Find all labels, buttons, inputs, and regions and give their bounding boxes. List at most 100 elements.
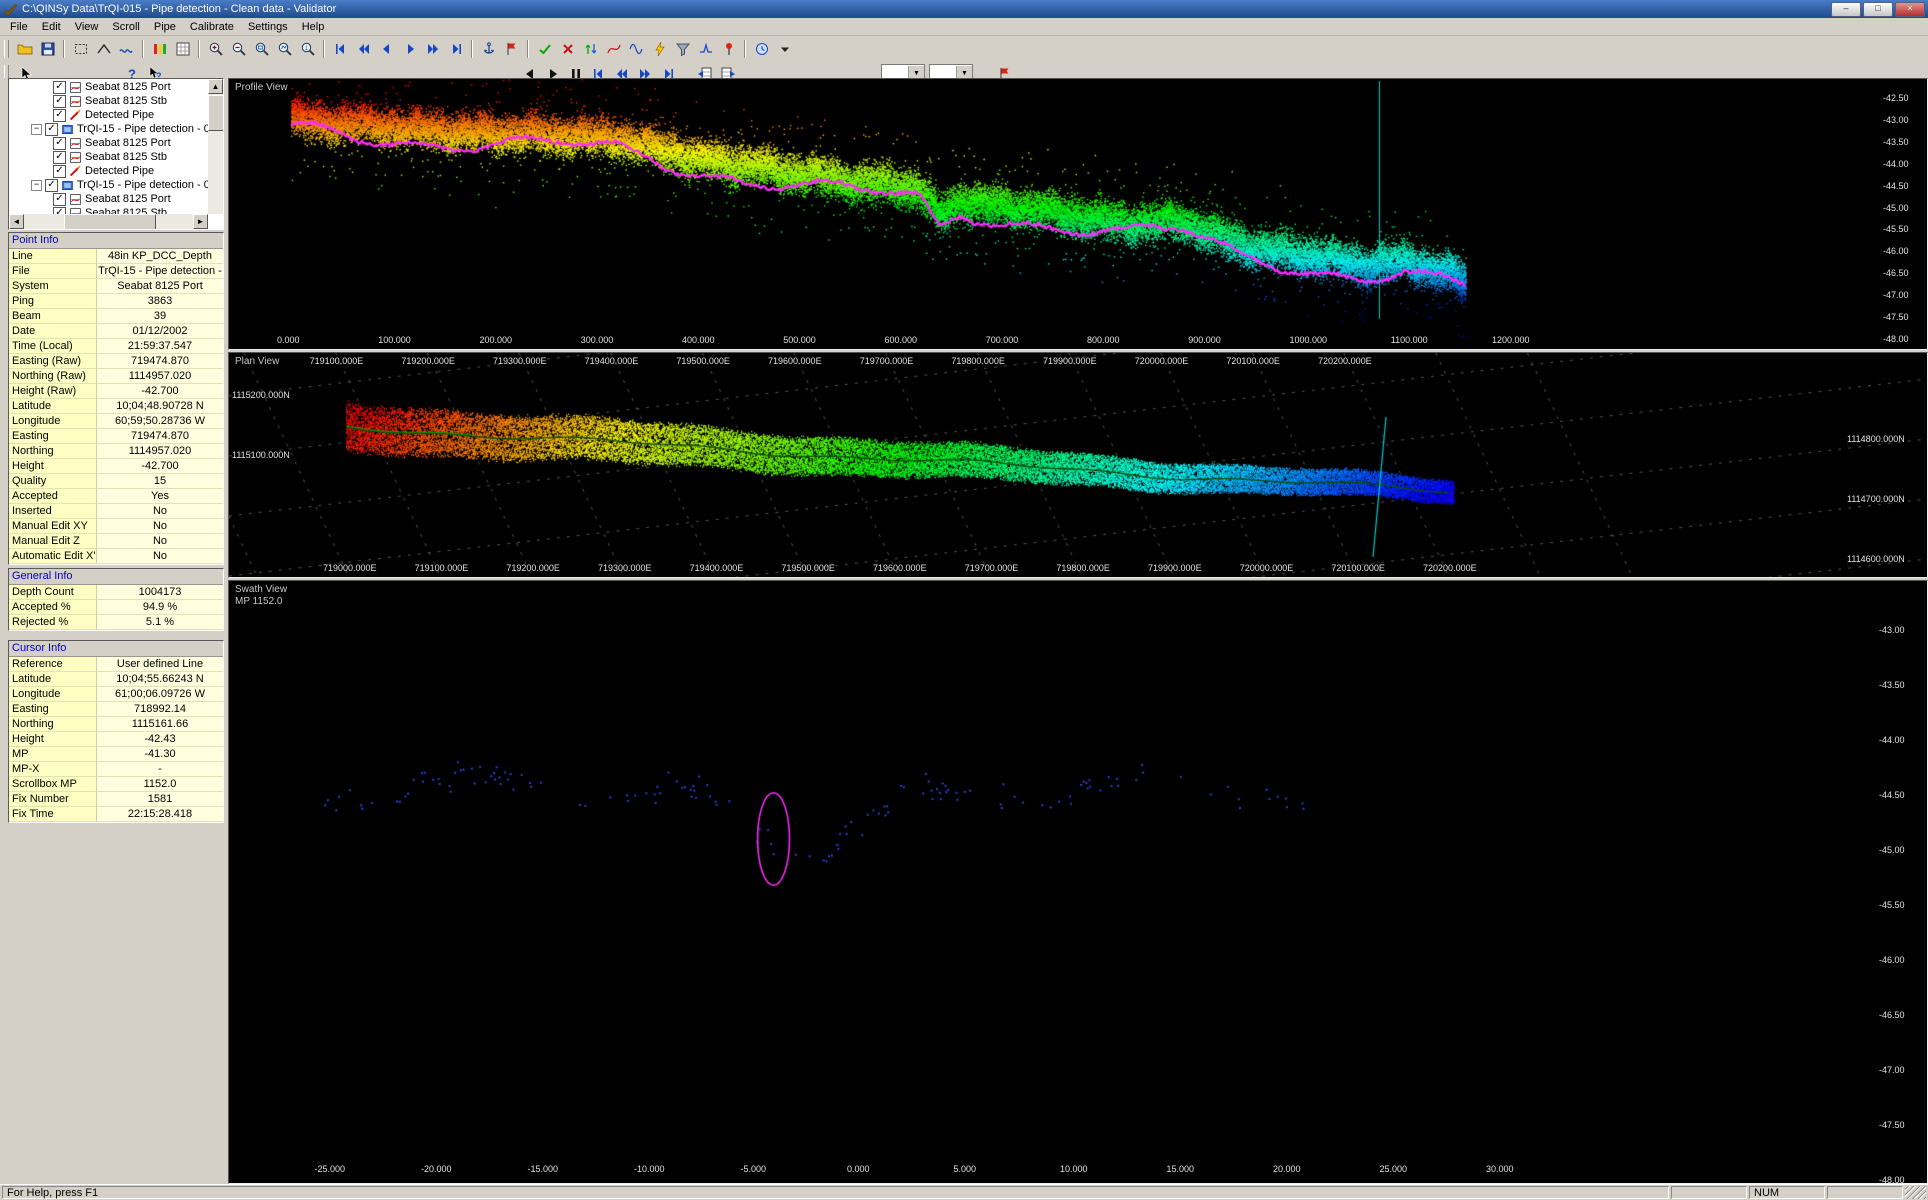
reject-points-button[interactable] <box>556 38 579 60</box>
tree-item[interactable]: ✓Detected Pipe <box>9 108 208 122</box>
select-rectangle-button[interactable] <box>69 38 92 60</box>
swath-marker-button[interactable] <box>115 38 138 60</box>
zoom-extents-button[interactable] <box>273 38 296 60</box>
axis-tick-label: -46.50 <box>1879 1010 1905 1020</box>
close-button[interactable]: × <box>1895 2 1925 17</box>
info-label: Date <box>9 324 97 339</box>
checkbox[interactable]: ✓ <box>53 207 66 215</box>
info-row: Height (Raw)-42.700 <box>9 384 223 399</box>
anchor-point-button[interactable] <box>477 38 500 60</box>
despike-button[interactable] <box>694 38 717 60</box>
tree-item[interactable]: ✓Seabat 8125 Port <box>9 136 208 150</box>
menu-edit[interactable]: Edit <box>35 20 68 34</box>
info-label: MP <box>9 747 97 762</box>
tree-item[interactable]: ✓Seabat 8125 Port <box>9 80 208 94</box>
tree-vertical-scrollbar[interactable]: ▲ ▼ <box>208 79 223 214</box>
minimize-button[interactable]: – <box>1831 2 1861 17</box>
checkbox[interactable]: ✓ <box>45 179 58 192</box>
tree-item[interactable]: −✓TrQI-15 - Pipe detection - 0002.d <box>9 122 208 136</box>
accept-points-button[interactable] <box>533 38 556 60</box>
tree-item[interactable]: ✓ Seabat 8125 Stb <box>9 206 208 214</box>
sine-filter-button[interactable] <box>625 38 648 60</box>
scroll-right-button[interactable]: ► <box>193 214 208 229</box>
tree-item[interactable]: ✓Detected Pipe <box>9 164 208 178</box>
profile-marker-button[interactable] <box>92 38 115 60</box>
save-button[interactable] <box>36 38 59 60</box>
info-value: 1581 <box>97 792 223 807</box>
menu-view[interactable]: View <box>68 20 106 34</box>
step-forward-button[interactable] <box>398 38 421 60</box>
spline-filter-button[interactable] <box>602 38 625 60</box>
event-flag-button[interactable] <box>500 38 523 60</box>
menu-settings[interactable]: Settings <box>241 20 295 34</box>
menu-scroll[interactable]: Scroll <box>105 20 147 34</box>
scroll-up-button[interactable]: ▲ <box>208 79 223 94</box>
swap-icon <box>583 41 599 57</box>
fast-forward-button[interactable] <box>421 38 444 60</box>
tree-item-label: Seabat 8125 Stb <box>85 207 167 214</box>
checkbox[interactable]: ✓ <box>53 165 66 178</box>
plan-view[interactable]: Plan View 719000.000E719100.000E719200.0… <box>228 352 1928 578</box>
auto-clean-button[interactable] <box>648 38 671 60</box>
collapse-icon[interactable]: − <box>31 124 42 135</box>
scrollbar-thumb[interactable] <box>64 214 156 230</box>
pin-marker-button[interactable] <box>717 38 740 60</box>
plan-view-label: Plan View <box>235 356 279 367</box>
zoom-in-button[interactable] <box>204 38 227 60</box>
axis-tick-label: 20.000 <box>1273 1164 1301 1174</box>
tree-item[interactable]: ✓Seabat 8125 Port <box>9 192 208 206</box>
checkbox[interactable]: ✓ <box>53 193 66 206</box>
checkbox[interactable]: ✓ <box>53 151 66 164</box>
swath-canvas[interactable] <box>229 581 1927 1183</box>
checkbox[interactable]: ✓ <box>53 137 66 150</box>
plan-canvas[interactable] <box>229 353 1927 577</box>
zoom-window-button[interactable] <box>250 38 273 60</box>
go-first-button[interactable] <box>329 38 352 60</box>
checkbox[interactable]: ✓ <box>45 123 58 136</box>
axis-tick-label: 719200.000E <box>506 563 560 573</box>
tree-horizontal-scrollbar[interactable]: ◄ ► <box>9 214 208 229</box>
scrollbar-thumb[interactable] <box>208 95 224 131</box>
info-value: No <box>97 519 223 534</box>
filter-settings-button[interactable] <box>671 38 694 60</box>
maximize-button[interactable]: □ <box>1863 2 1893 17</box>
checkbox[interactable]: ✓ <box>53 109 66 122</box>
collapse-icon[interactable]: − <box>31 180 42 191</box>
menu-calibrate[interactable]: Calibrate <box>183 20 241 34</box>
axis-tick-label: 1115200.000N <box>232 390 290 400</box>
fast-rewind-button[interactable] <box>352 38 375 60</box>
axis-tick-label: 1115100.000N <box>232 450 290 460</box>
project-tree[interactable]: ✓Seabat 8125 Port✓Seabat 8125 Stb✓Detect… <box>8 78 224 230</box>
more-options-button[interactable] <box>773 38 796 60</box>
zoom-out-button[interactable] <box>227 38 250 60</box>
menu-file[interactable]: File <box>3 20 35 34</box>
swath-view[interactable]: Swath View MP 1152.0 -25.000-20.000-15.0… <box>228 580 1928 1184</box>
info-row: MP-41.30 <box>9 747 223 762</box>
tree-item[interactable]: ✓Seabat 8125 Stb <box>9 150 208 164</box>
status-bar: For Help, press F1 NUM <box>0 1184 1928 1200</box>
matrix-view-button[interactable] <box>171 38 194 60</box>
menu-help[interactable]: Help <box>295 20 332 34</box>
axis-tick-label: 400.000 <box>682 335 715 345</box>
tree-item[interactable]: ✓Seabat 8125 Stb <box>9 94 208 108</box>
step-back-button[interactable] <box>375 38 398 60</box>
tree-item[interactable]: −✓TrQI-15 - Pipe detection - 0003.d <box>9 178 208 192</box>
profile-canvas[interactable] <box>229 79 1927 349</box>
toolbar-grip[interactable] <box>4 40 9 58</box>
time-window-button[interactable] <box>750 38 773 60</box>
open-button[interactable] <box>13 38 36 60</box>
zoom-previous-button[interactable]: 1 <box>296 38 319 60</box>
checkbox[interactable]: ✓ <box>53 81 66 94</box>
go-last-button[interactable] <box>444 38 467 60</box>
profile-view[interactable]: Profile View 0.000100.000200.000300.0004… <box>228 78 1928 350</box>
axis-tick-label: 1000.000 <box>1290 335 1328 345</box>
color-scale-button[interactable] <box>148 38 171 60</box>
menu-pipe[interactable]: Pipe <box>147 20 183 34</box>
swap-direction-button[interactable] <box>579 38 602 60</box>
resize-grip[interactable] <box>1905 1186 1926 1199</box>
scroll-down-button[interactable]: ▼ <box>223 199 224 214</box>
scroll-left-button[interactable]: ◄ <box>9 214 24 229</box>
axis-tick-label: 100.000 <box>378 335 411 345</box>
checkbox[interactable]: ✓ <box>53 95 66 108</box>
axis-tick-label: -47.50 <box>1883 312 1909 322</box>
